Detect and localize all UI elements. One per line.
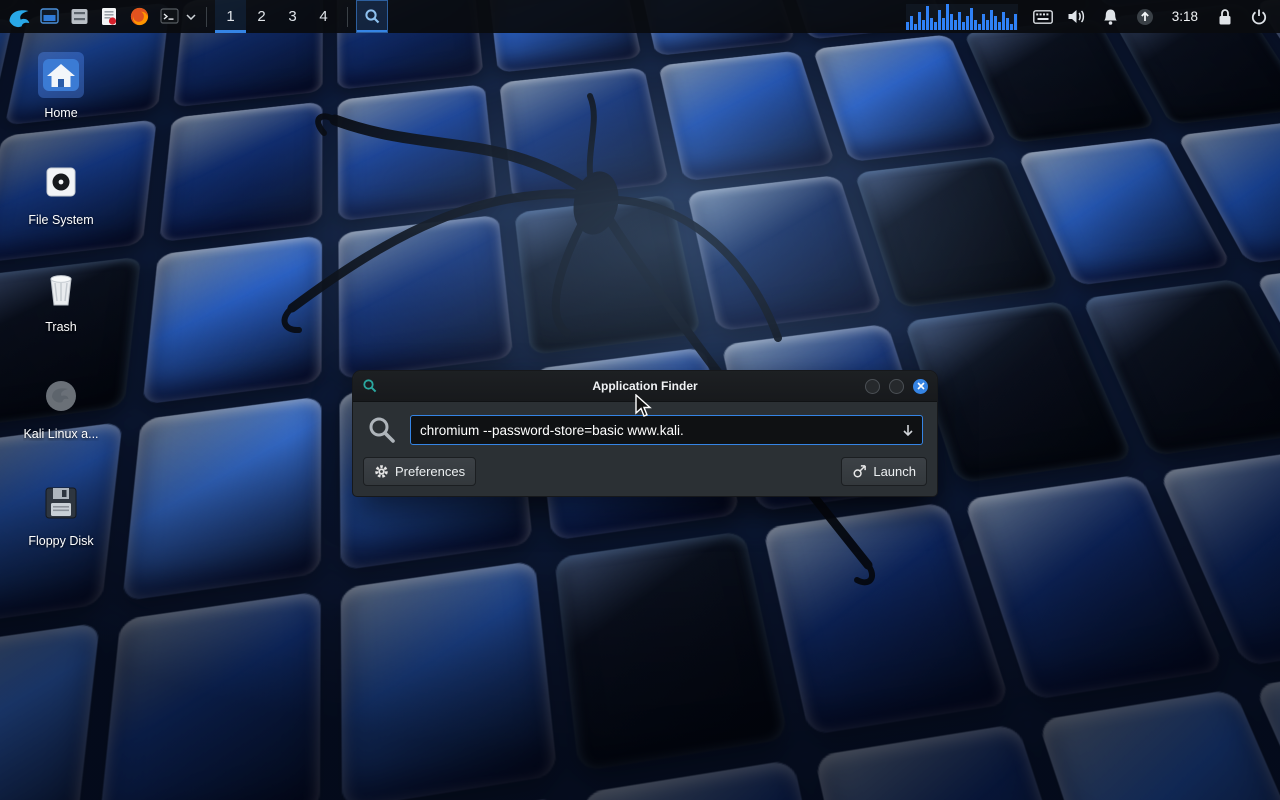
notifications[interactable] xyxy=(1094,0,1128,33)
volume-control[interactable] xyxy=(1060,0,1094,33)
desktop-icon-label: Kali Linux a... xyxy=(23,427,98,441)
terminal-launcher[interactable] xyxy=(154,0,184,33)
window-titlebar[interactable]: Application Finder xyxy=(353,371,937,402)
preferences-button[interactable]: Preferences xyxy=(363,457,476,486)
workspace-2[interactable]: 2 xyxy=(246,0,277,33)
file-manager-launcher[interactable] xyxy=(34,0,64,33)
panel-separator xyxy=(206,7,207,27)
dropdown-button[interactable] xyxy=(896,418,920,442)
kali-logo-icon xyxy=(7,5,31,29)
panel-right: 3:18 xyxy=(906,0,1276,33)
workspace-4-label: 4 xyxy=(319,8,327,25)
top-panel: 1 2 3 4 xyxy=(0,0,1280,33)
terminal-dropdown[interactable] xyxy=(184,0,198,33)
maximize-button[interactable] xyxy=(889,379,904,394)
logout[interactable] xyxy=(1242,0,1276,33)
desktop-icon-label: File System xyxy=(28,213,93,227)
desktop-icon-kali-linux[interactable]: Kali Linux a... xyxy=(18,373,104,480)
application-finder-window: Application Finder xyxy=(352,370,938,497)
kali-menu-button[interactable] xyxy=(4,0,34,33)
workspace-2-label: 2 xyxy=(257,8,265,25)
workspace-1[interactable]: 1 xyxy=(215,0,246,33)
file-manager-icon xyxy=(39,6,60,27)
archive-drawer-launcher[interactable] xyxy=(64,0,94,33)
trash-icon xyxy=(38,266,84,312)
speaker-icon xyxy=(1067,8,1086,25)
close-icon xyxy=(917,382,925,390)
firefox-icon xyxy=(129,6,150,27)
desktop-icon-floppy-disk[interactable]: Floppy Disk xyxy=(18,480,104,587)
command-input[interactable] xyxy=(410,415,923,445)
desktop-icon-trash[interactable]: Trash xyxy=(18,266,104,373)
lock-icon xyxy=(1217,8,1233,26)
desktop: 1 2 3 4 xyxy=(0,0,1280,800)
window-title: Application Finder xyxy=(353,379,937,393)
workspace-3[interactable]: 3 xyxy=(277,0,308,33)
close-button[interactable] xyxy=(913,379,928,394)
search-icon xyxy=(364,8,381,25)
preferences-label: Preferences xyxy=(395,464,465,479)
workspace-1-label: 1 xyxy=(226,8,234,25)
workspace-4[interactable]: 4 xyxy=(308,0,339,33)
arrow-down-icon xyxy=(902,424,914,437)
task-button-application-finder[interactable] xyxy=(356,0,388,33)
bell-icon xyxy=(1102,8,1119,26)
drive-icon xyxy=(38,159,84,205)
finder-content xyxy=(353,402,937,455)
document-icon xyxy=(99,6,119,27)
status-arrow-icon xyxy=(1136,8,1154,26)
query-field-wrap xyxy=(410,415,923,445)
floppy-icon xyxy=(38,480,84,526)
search-icon xyxy=(367,415,397,445)
screen-lock[interactable] xyxy=(1208,0,1242,33)
desktop-icon-label: Floppy Disk xyxy=(28,534,93,548)
launch-label: Launch xyxy=(873,464,916,479)
desktop-icon-label: Home xyxy=(44,106,77,120)
power-icon xyxy=(1250,8,1268,26)
window-controls xyxy=(865,379,928,394)
keyboard-indicator[interactable] xyxy=(1026,0,1060,33)
workspace-3-label: 3 xyxy=(288,8,296,25)
kali-package-icon xyxy=(38,373,84,419)
drawer-icon xyxy=(69,6,90,27)
launch-icon xyxy=(852,464,867,479)
desktop-icon-list: Home File System Trash xyxy=(18,52,104,587)
desktop-icon-home[interactable]: Home xyxy=(18,52,104,159)
panel-left: 1 2 3 4 xyxy=(4,0,388,33)
panel-separator xyxy=(347,7,348,27)
home-icon xyxy=(38,52,84,98)
gear-icon xyxy=(374,464,389,479)
keyboard-icon xyxy=(1033,10,1053,24)
launch-button[interactable]: Launch xyxy=(841,457,927,486)
cpu-graph[interactable] xyxy=(906,4,1018,30)
update-status[interactable] xyxy=(1128,0,1162,33)
clock[interactable]: 3:18 xyxy=(1162,9,1208,24)
desktop-icon-file-system[interactable]: File System xyxy=(18,159,104,266)
minimize-button[interactable] xyxy=(865,379,880,394)
firefox-launcher[interactable] xyxy=(124,0,154,33)
text-editor-launcher[interactable] xyxy=(94,0,124,33)
terminal-icon xyxy=(159,6,180,27)
finder-actions: Preferences Launch xyxy=(353,455,937,496)
chevron-down-icon xyxy=(186,14,196,20)
desktop-icon-label: Trash xyxy=(45,320,77,334)
